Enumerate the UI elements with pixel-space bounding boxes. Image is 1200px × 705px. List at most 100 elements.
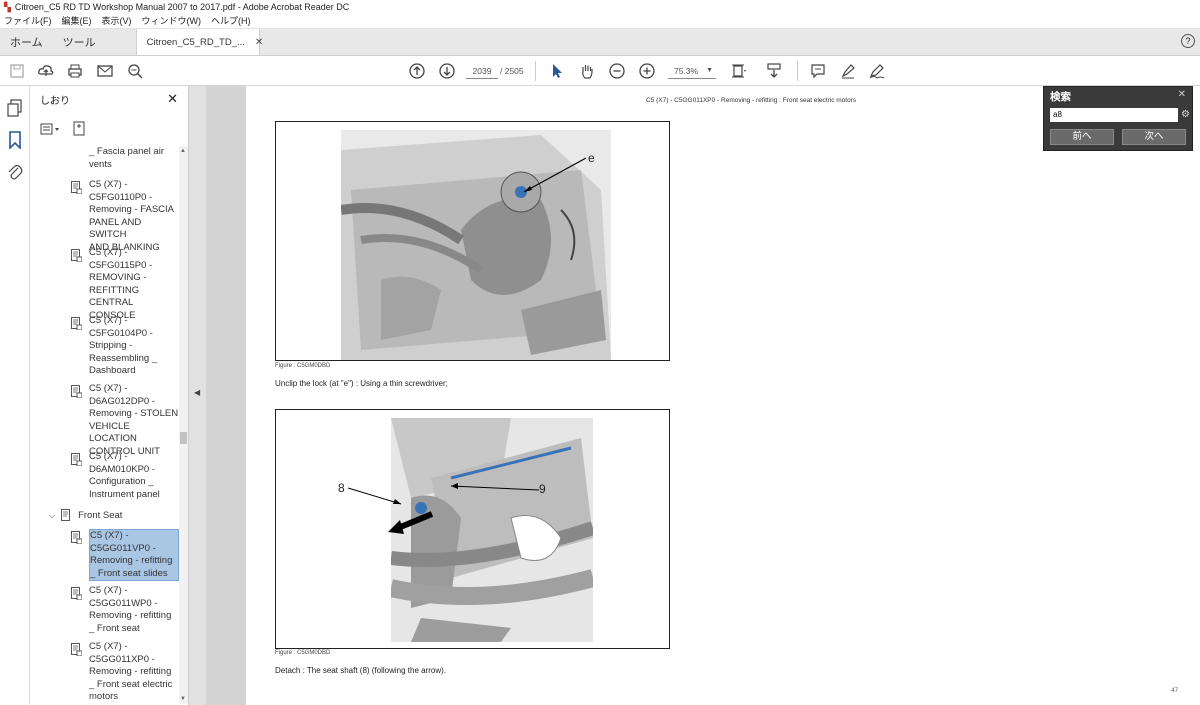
select-cursor-icon[interactable] [548,62,566,80]
page-number: 47 [1171,688,1178,694]
collapse-arrow-icon[interactable]: ◀ [194,388,200,397]
bookmark-page-icon [71,587,82,600]
menu-window[interactable]: ウィンドウ(W) [142,14,202,28]
page-thumbnails-icon[interactable] [7,99,23,117]
panel-collapse-handle[interactable]: ◀ [189,86,206,705]
help-icon[interactable]: ? [1181,34,1195,48]
page-number-input[interactable]: 2039 [466,63,498,79]
figure-1: e [275,121,670,361]
document-view[interactable]: C5 (X7) - C5GG011XP0 - Removing - refitt… [206,86,1200,705]
menu-edit[interactable]: 編集(E) [62,14,92,28]
menu-file[interactable]: ファイル(F) [4,14,52,28]
figure-2-caption: Figure : C5GM0DBD [275,650,331,656]
bookmark-page-icon [71,249,82,262]
page-total: / 2505 [500,66,524,76]
page-header: C5 (X7) - C5GG011XP0 - Removing - refitt… [646,97,857,104]
find-panel: 検索 ✕ a8 ⚙ 前へ 次へ [1043,86,1193,151]
email-icon[interactable] [96,62,114,80]
figure-2: 8 9 [275,409,670,649]
bookmark-label: C5 (X7) - C5FG0110P0 - Removing - FASCIA… [89,179,174,253]
bookmark-page-icon [71,643,82,656]
bookmark-page-icon [71,385,82,398]
prev-page-icon[interactable] [408,62,426,80]
left-navigation-rail [0,86,30,705]
tab-tools[interactable]: ツール [53,29,106,55]
upload-cloud-icon[interactable] [37,62,55,80]
gear-icon[interactable]: ⚙ [1181,109,1190,120]
bookmark-label: C5 (X7) - C5GG011VP0 - Removing - refitt… [89,529,179,581]
close-panel-icon[interactable]: ✕ [167,91,178,107]
tab-home[interactable]: ホーム [0,29,53,55]
window-title: Citroen_C5 RD TD Workshop Manual 2007 to… [14,2,350,12]
pdf-page: C5 (X7) - C5GG011XP0 - Removing - refitt… [246,86,1200,705]
tab-document[interactable]: Citroen_C5_RD_TD_... ✕ [135,29,263,55]
figure-2-label-9: 9 [539,482,546,496]
save-icon[interactable] [8,62,26,80]
bookmark-options-icon[interactable] [40,122,62,136]
bookmark-group-front-seat[interactable]: ⌵ Front Seat [49,509,122,522]
bookmark-page-icon [71,531,82,544]
find-panel-title: 検索 [1050,91,1071,103]
highlight-pen-icon[interactable] [839,62,857,80]
scrollbar-thumb[interactable] [180,432,187,444]
find-input[interactable]: a8 [1050,108,1178,122]
zoom-level-value: 75.3% [674,66,699,76]
page-fit-icon[interactable] [730,62,748,80]
bookmarks-scrollbar[interactable]: ▲ ▼ [179,146,188,704]
zoom-out-icon[interactable] [608,62,626,80]
print-icon[interactable] [66,62,84,80]
bookmarks-toolbar [40,121,86,137]
scroll-up-arrow-icon[interactable]: ▲ [180,148,186,154]
window-titlebar: ▚ Citroen_C5 RD TD Workshop Manual 2007 … [0,0,1200,14]
bookmark-page-icon [61,509,71,521]
bookmark-label: C5 (X7) - C5GG011WP0 - Removing - refitt… [89,585,172,634]
main-toolbar: 2039 / 2505 75.3% ▼ [0,56,1200,86]
tab-bar: ホーム ツール Citroen_C5_RD_TD_... ✕ ? [0,29,1200,56]
callout-arrow [523,157,587,193]
bookmark-label: C5 (X7) - C5GG011XP0 - Removing - refitt… [89,641,173,702]
close-icon[interactable]: ✕ [1178,89,1186,100]
find-next-button[interactable]: 次へ [1122,129,1186,145]
menu-bar: ファイル(F) 編集(E) 表示(V) ウィンドウ(W) ヘルプ(H) [0,14,1200,29]
next-page-icon[interactable] [438,62,456,80]
bookmark-icon[interactable] [8,131,22,149]
scroll-mode-icon[interactable] [765,62,783,80]
scroll-down-arrow-icon[interactable]: ▼ [180,696,186,702]
bookmark-page-icon [71,453,82,466]
bookmark-label: C5 (X7) - D6AG012DP0 - Removing - STOLEN… [89,383,179,457]
new-bookmark-icon[interactable] [72,121,86,137]
menu-help[interactable]: ヘルプ(H) [211,14,251,28]
bookmark-page-icon [71,317,82,330]
toolbar-divider [535,61,536,81]
step-1-text: Unclip the lock (at "e") : Using a thin … [275,379,448,388]
chevron-down-icon[interactable]: ⌵ [49,511,55,521]
hand-tool-icon[interactable] [578,62,596,80]
zoom-in-icon[interactable] [638,62,656,80]
step-2-text: Detach : The seat shaft (8) (following t… [275,666,447,675]
figure-2-label-8: 8 [338,481,345,495]
find-previous-button[interactable]: 前へ [1050,129,1114,145]
bookmark-label: C5 (X7) - D6AM010KP0 - Configuration _ I… [89,451,160,500]
bookmark-label: C5 (X7) - C5FG0104P0 - Stripping - Reass… [89,315,158,376]
tab-document-label: Citroen_C5_RD_TD_... [146,36,245,48]
attachment-paperclip-icon[interactable] [7,163,23,181]
menu-view[interactable]: 表示(V) [102,14,132,28]
bookmarks-tree: _ Fascia panel air vents C5 (X7) - C5FG0… [31,146,179,704]
search-zoom-icon[interactable] [126,62,144,80]
bookmark-label: C5 (X7) - C5FG0115P0 - REMOVING - REFITT… [89,247,153,321]
pdf-icon: ▚ [4,2,11,12]
callout-arrow [347,487,402,505]
figure-1-label-e: e [588,151,595,165]
bookmarks-panel: しおり ✕ _ Fascia panel air vents C5 (X7) -… [31,86,189,705]
toolbar-divider [797,61,798,81]
close-tab-icon[interactable]: ✕ [255,37,263,48]
bookmark-label: _ Fascia panel air vents [89,146,164,170]
zoom-level-dropdown[interactable]: 75.3% ▼ [668,63,716,79]
bookmarks-panel-title: しおり [40,96,70,107]
sign-icon[interactable] [868,62,886,80]
bookmark-page-icon [71,181,82,194]
figure-1-caption: Figure : C5GM0DBD [275,363,331,369]
comment-icon[interactable] [809,62,827,80]
chevron-down-icon: ▼ [706,67,713,74]
callout-arrow [450,483,540,491]
